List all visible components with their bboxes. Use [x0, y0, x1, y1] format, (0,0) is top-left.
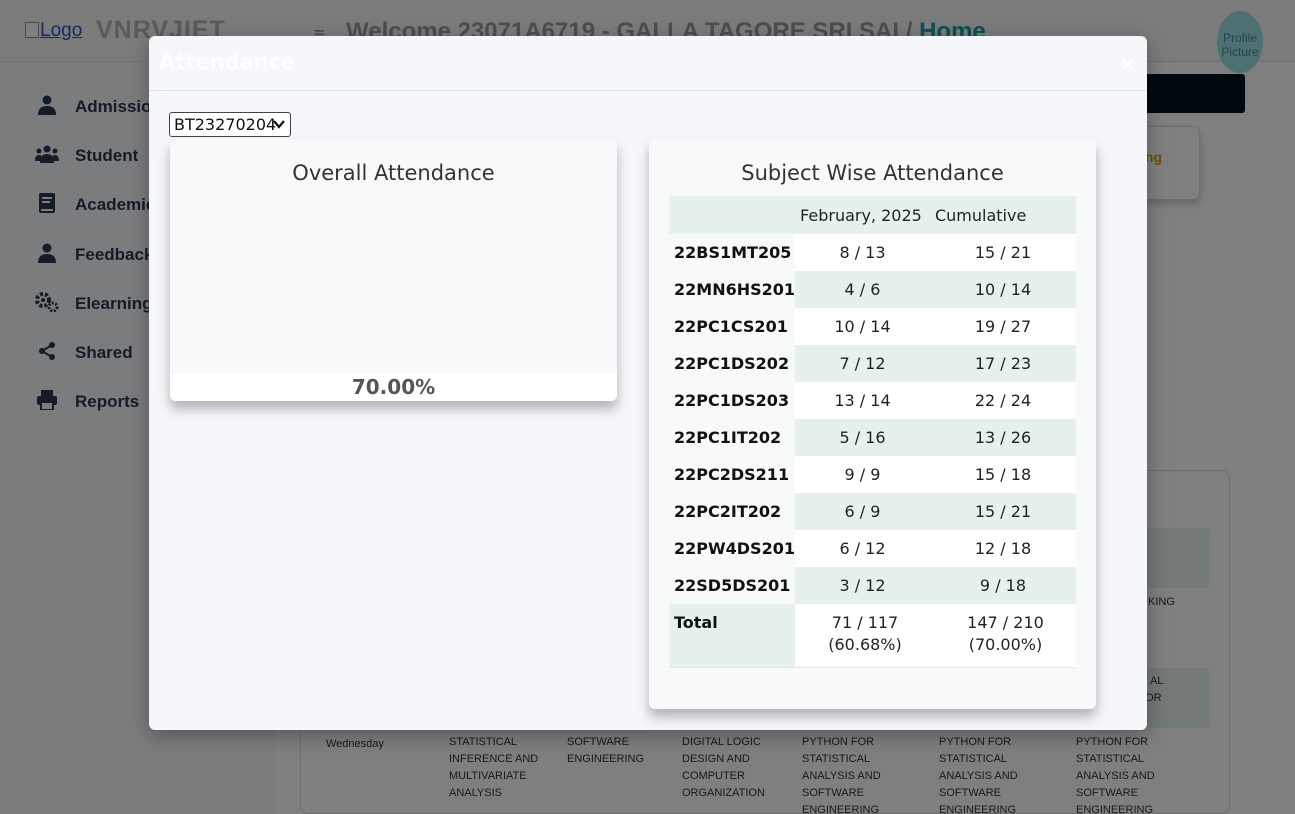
month-attendance: 8 / 13 [795, 234, 930, 271]
table-row: 22PC1DS202 7 / 12 17 / 23 [669, 345, 1076, 382]
table-row: 22PC2DS211 9 / 9 15 / 18 [669, 456, 1076, 493]
student-id-select[interactable]: BT23270204 [169, 112, 291, 137]
total-cumulative-percent: (70.00%) [968, 635, 1043, 654]
cumulative-attendance: 22 / 24 [929, 382, 1076, 419]
attendance-modal: Attendance × BT23270204 Overall Attendan… [149, 36, 1147, 730]
subject-code: 22PC2DS211 [669, 456, 796, 493]
close-icon[interactable]: × [1120, 50, 1135, 78]
cumulative-attendance: 9 / 18 [929, 567, 1076, 604]
select-value: BT23270204 [174, 115, 277, 134]
total-month-percent: (60.68%) [828, 635, 902, 654]
column-header: February, 2025 [795, 196, 930, 234]
table-row: 22PC1DS203 13 / 14 22 / 24 [669, 382, 1076, 419]
subject-code: 22BS1MT205 [669, 234, 796, 271]
column-header [669, 196, 796, 234]
table-row: 22PW4DS201 6 / 12 12 / 18 [669, 530, 1076, 567]
subject-attendance-table: February, 2025 Cumulative 22BS1MT205 8 / … [669, 196, 1076, 668]
modal-header: Attendance × [149, 36, 1147, 91]
table-row: 22PC1CS201 10 / 14 19 / 27 [669, 308, 1076, 345]
table-row: 22MN6HS201 4 / 6 10 / 14 [669, 271, 1076, 308]
month-attendance: 7 / 12 [795, 345, 930, 382]
total-cumulative-count: 147 / 210 [967, 613, 1044, 632]
subject-attendance-card: Subject Wise Attendance February, 2025 C… [649, 139, 1096, 709]
month-attendance: 9 / 9 [795, 456, 930, 493]
subject-code: 22PW4DS201 [669, 530, 796, 567]
subject-attendance-title: Subject Wise Attendance [741, 161, 1004, 185]
total-month: 71 / 117 (60.68%) [795, 604, 930, 668]
cumulative-attendance: 15 / 18 [929, 456, 1076, 493]
subject-code: 22PC1DS203 [669, 382, 796, 419]
month-attendance: 6 / 9 [795, 493, 930, 530]
overall-percentage: 70.00% [170, 374, 617, 401]
subject-code: 22SD5DS201 [669, 567, 796, 604]
subject-code: 22PC2IT202 [669, 493, 796, 530]
cumulative-attendance: 19 / 27 [929, 308, 1076, 345]
cumulative-attendance: 13 / 26 [929, 419, 1076, 456]
total-row: Total 71 / 117 (60.68%) 147 / 210 (70.00%) [669, 604, 1076, 668]
month-attendance: 4 / 6 [795, 271, 930, 308]
cumulative-attendance: 17 / 23 [929, 345, 1076, 382]
modal-title: Attendance [159, 50, 296, 74]
total-cumulative: 147 / 210 (70.00%) [929, 604, 1076, 668]
cumulative-attendance: 12 / 18 [929, 530, 1076, 567]
overall-attendance-card: Overall Attendance 70.00% [170, 139, 617, 401]
table-row: 22BS1MT205 8 / 13 15 / 21 [669, 234, 1076, 271]
month-attendance: 13 / 14 [795, 382, 930, 419]
cumulative-attendance: 15 / 21 [929, 234, 1076, 271]
table-row: 22PC2IT202 6 / 9 15 / 21 [669, 493, 1076, 530]
table-row: 22SD5DS201 3 / 12 9 / 18 [669, 567, 1076, 604]
subject-code: 22PC1IT202 [669, 419, 796, 456]
month-attendance: 5 / 16 [795, 419, 930, 456]
table-row: 22PC1IT202 5 / 16 13 / 26 [669, 419, 1076, 456]
overall-attendance-title: Overall Attendance [292, 161, 495, 185]
subject-code: 22PC1DS202 [669, 345, 796, 382]
total-month-count: 71 / 117 [831, 613, 899, 632]
subject-code: 22PC1CS201 [669, 308, 796, 345]
subject-code: 22MN6HS201 [669, 271, 796, 308]
cumulative-attendance: 15 / 21 [929, 493, 1076, 530]
month-attendance: 3 / 12 [795, 567, 930, 604]
month-attendance: 6 / 12 [795, 530, 930, 567]
cumulative-attendance: 10 / 14 [929, 271, 1076, 308]
month-attendance: 10 / 14 [795, 308, 930, 345]
table-header-row: February, 2025 Cumulative [669, 196, 1076, 234]
total-label: Total [669, 604, 796, 668]
column-header: Cumulative [929, 196, 1076, 234]
